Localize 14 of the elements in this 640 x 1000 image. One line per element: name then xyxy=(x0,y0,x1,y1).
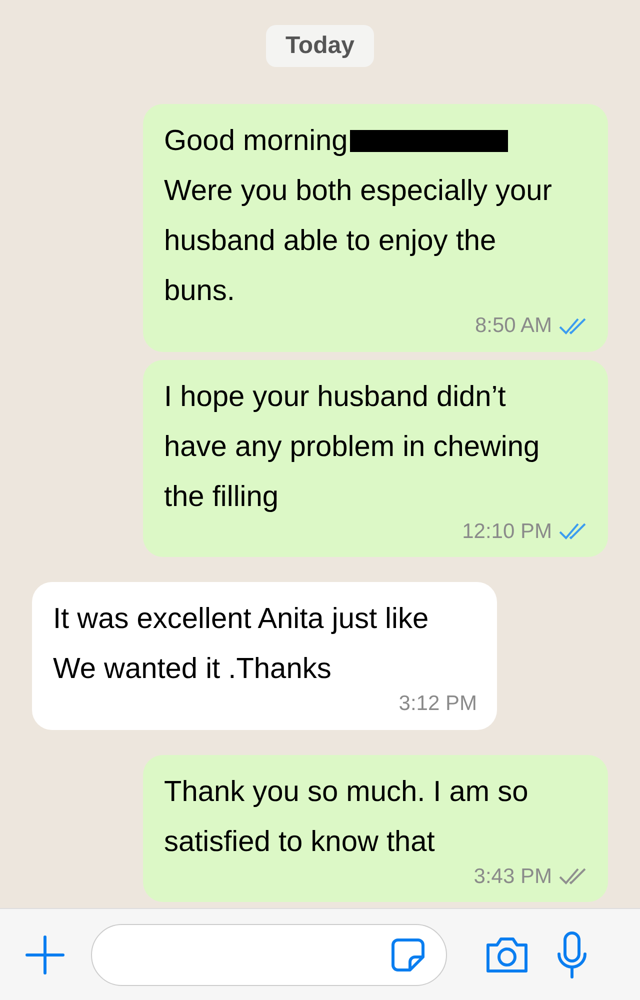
message-text: Were you both especially your husband able to enjoy the buns. xyxy=(164,174,553,309)
camera-icon[interactable] xyxy=(484,934,530,974)
message-time: 3:43 PM xyxy=(474,864,552,890)
message-text: Thank you so much. I am so satisfied to know that xyxy=(164,774,530,860)
plus-icon[interactable] xyxy=(24,934,66,976)
message-text: It was excellent Anita just like We wanted it .Thanks xyxy=(53,602,430,687)
date-label: Today xyxy=(266,25,374,67)
message-time: 3:12 PM xyxy=(398,691,477,717)
message-time: 8:50 AM xyxy=(474,313,552,339)
message-text: I hope your husband didn’t have any problem in chewing the filling xyxy=(164,380,541,514)
sticker-icon[interactable] xyxy=(390,936,426,972)
microphone-icon[interactable] xyxy=(555,930,589,980)
message-text: Good morning xyxy=(164,124,348,159)
message-time: 12:10 PM xyxy=(462,518,552,544)
